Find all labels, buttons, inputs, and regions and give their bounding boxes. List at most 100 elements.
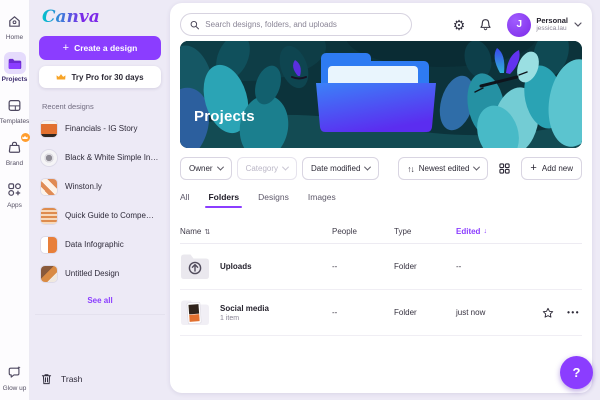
brand-pro-badge: [21, 133, 30, 142]
add-new-button[interactable]: + Add new: [521, 157, 582, 180]
try-pro-button[interactable]: Try Pro for 30 days: [39, 66, 161, 88]
chevron-down-icon: [217, 164, 224, 171]
see-all-link[interactable]: See all: [39, 296, 161, 305]
plus-icon: +: [63, 43, 69, 54]
folder-name: Social media: [220, 304, 269, 313]
recent-item-label: Financials - IG Story: [65, 124, 161, 133]
type-cell: Folder: [394, 262, 456, 271]
settings-gear-icon[interactable]: ⚙: [453, 18, 466, 32]
column-header-name[interactable]: Name ⇅: [180, 227, 332, 236]
social-media-folder-icon: [180, 299, 210, 326]
recent-item[interactable]: Quick Guide to Compe…: [39, 201, 161, 230]
avatar[interactable]: J: [507, 13, 531, 37]
rail-item-glow-up[interactable]: Glow up: [3, 361, 27, 392]
chevron-down-icon: [473, 164, 480, 171]
rail-label-brand: Brand: [6, 160, 23, 167]
design-thumbnail: [41, 150, 57, 166]
add-new-label: Add new: [542, 164, 573, 173]
rail-label-templates: Templates: [0, 118, 29, 125]
rail-item-home[interactable]: Home: [4, 10, 26, 41]
table-row-social-media[interactable]: Social media 1 item -- Folder just now •…: [180, 290, 582, 336]
tab-images[interactable]: Images: [308, 192, 336, 208]
recent-item[interactable]: Data Infographic: [39, 230, 161, 259]
glow-up-icon: [3, 361, 25, 383]
design-thumbnail: [41, 237, 57, 253]
chevron-down-icon: [364, 164, 371, 171]
sidebar: Canva + Create a design Try Pro for 30 d…: [30, 0, 170, 400]
top-bar: ⚙ J Personal jessica.lau: [180, 11, 582, 38]
sort-button[interactable]: ↑↓ Newest edited: [398, 157, 488, 180]
recent-item[interactable]: Black & White Simple In…: [39, 143, 161, 172]
rail-item-templates[interactable]: Templates: [0, 94, 29, 125]
banner-illustration: [180, 41, 582, 148]
create-design-label: Create a design: [74, 43, 137, 53]
search-input[interactable]: [205, 20, 402, 29]
recent-item[interactable]: Financials - IG Story: [39, 114, 161, 143]
canva-logo[interactable]: Canva: [42, 7, 100, 27]
design-thumbnail: [41, 266, 57, 282]
header-icons: ⚙ J Personal jessica.lau: [453, 13, 582, 37]
account-name: Personal: [536, 16, 568, 25]
date-modified-filter-button[interactable]: Date modified: [302, 157, 379, 180]
column-header-people[interactable]: People: [332, 227, 394, 236]
rail-item-brand[interactable]: Brand: [4, 136, 26, 167]
grid-view-icon: [499, 163, 510, 174]
folder-item-count: 1 item: [220, 315, 269, 322]
rail-label-projects: Projects: [2, 76, 28, 83]
date-modified-filter-label: Date modified: [311, 164, 360, 173]
edited-cell: --: [456, 262, 552, 271]
rail-item-projects[interactable]: Projects: [2, 52, 28, 83]
people-cell: --: [332, 262, 394, 271]
account-email: jessica.lau: [536, 25, 568, 33]
recent-item-label: Black & White Simple In…: [65, 153, 161, 162]
recent-item-label: Data Infographic: [65, 240, 161, 249]
try-pro-label: Try Pro for 30 days: [71, 73, 143, 82]
table-row-uploads[interactable]: Uploads -- Folder --: [180, 244, 582, 290]
templates-icon: [4, 94, 26, 116]
chevron-down-icon: [282, 164, 289, 171]
plus-icon: +: [530, 163, 536, 174]
uploads-folder-icon: [180, 253, 210, 280]
edited-cell: just now: [456, 308, 552, 317]
rail-item-apps[interactable]: Apps: [4, 178, 26, 209]
category-filter-label: Category: [246, 164, 278, 173]
help-button[interactable]: ?: [560, 356, 593, 389]
more-options-icon[interactable]: •••: [567, 308, 580, 317]
search-bar[interactable]: [180, 13, 412, 36]
category-filter-button[interactable]: Category: [237, 157, 297, 180]
grid-view-button[interactable]: [493, 157, 516, 180]
home-icon: [4, 10, 26, 32]
main-content: ⚙ J Personal jessica.lau: [170, 3, 592, 393]
sort-label: Newest edited: [419, 164, 470, 173]
owner-filter-button[interactable]: Owner: [180, 157, 232, 180]
column-header-type[interactable]: Type: [394, 227, 456, 236]
icon-rail: Home Projects Templates Brand Apps Glow: [0, 0, 30, 400]
recent-designs-heading: Recent designs: [42, 102, 161, 111]
trash-icon: [41, 373, 52, 385]
content-tabs: All Folders Designs Images: [180, 192, 582, 208]
trash-label: Trash: [61, 374, 82, 384]
projects-hero-banner: Projects: [180, 41, 582, 148]
people-cell: --: [332, 308, 394, 317]
edited-sort-icon: ↓: [483, 228, 487, 235]
tab-folders[interactable]: Folders: [208, 192, 239, 208]
create-design-button[interactable]: + Create a design: [39, 36, 161, 60]
column-header-edited[interactable]: Edited ↓: [456, 227, 552, 236]
account-menu[interactable]: Personal jessica.lau: [536, 16, 568, 33]
notifications-bell-icon[interactable]: [479, 18, 492, 31]
owner-filter-label: Owner: [189, 164, 213, 173]
rail-label-apps: Apps: [7, 202, 22, 209]
recent-item[interactable]: Winston.ly: [39, 172, 161, 201]
star-icon[interactable]: [542, 307, 554, 319]
chevron-down-icon[interactable]: [574, 22, 582, 27]
tab-designs[interactable]: Designs: [258, 192, 289, 208]
name-sort-icon: ⇅: [204, 228, 210, 236]
tab-all[interactable]: All: [180, 192, 189, 208]
filter-bar: Owner Category Date modified ↑↓ Newest e…: [180, 157, 582, 180]
design-thumbnail: [41, 121, 57, 137]
recent-item-label: Untitled Design: [65, 269, 161, 278]
trash-button[interactable]: Trash: [39, 368, 161, 390]
recent-item[interactable]: Untitled Design: [39, 259, 161, 288]
apps-icon: [4, 178, 26, 200]
folder-name: Uploads: [220, 262, 252, 271]
